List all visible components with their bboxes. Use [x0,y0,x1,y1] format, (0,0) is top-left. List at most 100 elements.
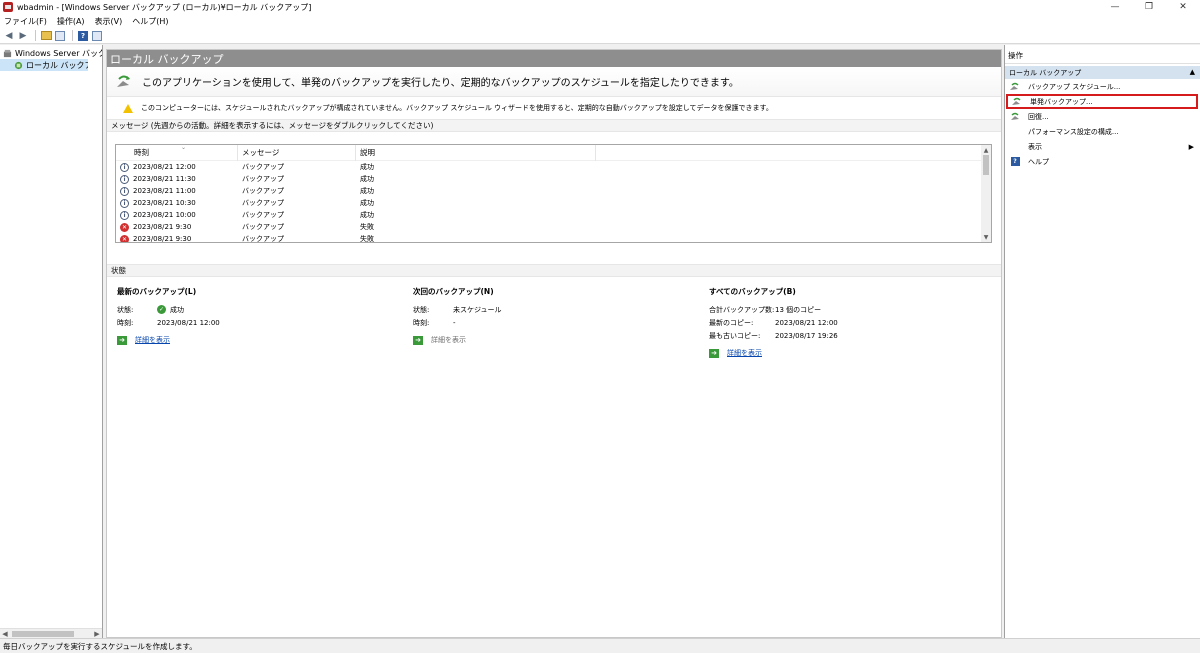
action-help[interactable]: ? ヘルプ [1005,154,1200,169]
tree-horizontal-scrollbar[interactable]: ◀ ▶ [0,628,102,638]
sort-caret-icon: ⌄ [181,144,187,151]
up-folder-icon[interactable] [40,30,52,42]
scroll-thumb[interactable] [983,155,989,175]
action-label: ヘルプ [1028,157,1049,166]
latest-status-value: 成功 [170,305,184,314]
all-view-details[interactable]: ➜ 詳細を表示 [709,346,989,360]
row-time: 2023/08/21 11:00 [133,187,196,195]
actions-group-local-backup[interactable]: ローカル バックアップ ▲ [1005,66,1200,79]
all-backups-title: すべてのバックアップ(B) [709,286,796,296]
scroll-left-icon[interactable]: ◀ [0,629,10,639]
show-hide-tree-icon[interactable] [54,30,66,42]
menu-action[interactable]: 操作(A) [57,16,85,27]
action-recover[interactable]: 回復... [1005,109,1200,124]
row-description: 失敗 [360,235,374,243]
scroll-up-icon[interactable]: ▲ [981,145,991,155]
show-hide-action-pane-icon[interactable] [91,30,103,42]
all-newest-value: 2023/08/21 12:00 [775,318,838,327]
info-icon: i [120,162,129,172]
back-arrow-icon[interactable]: ◀ [3,30,15,42]
intro-text: このアプリケーションを使用して、単発のバックアップを実行したり、定期的なバックア… [142,78,739,89]
action-label: パフォーマンス設定の構成... [1028,127,1119,136]
menu-file[interactable]: ファイル(F) [4,16,47,27]
status-bar: 毎日バックアップを実行するスケジュールを作成します。 [0,638,1200,653]
action-label: 単発バックアップ... [1030,97,1093,106]
tree-item-windows-server-backup[interactable]: Windows Server バックアップ [0,47,102,59]
action-view[interactable]: 表示 ▶ [1005,139,1200,154]
go-arrow-icon: ➜ [117,335,127,345]
all-total-row: 合計バックアップ数: 13 個のコピー [709,303,989,316]
action-backup-schedule[interactable]: バックアップ スケジュール... [1005,79,1200,94]
warning-icon [123,103,133,113]
message-row[interactable]: i 2023/08/21 10:30 バックアップ 成功 [116,197,991,209]
column-header-description[interactable]: 説明 [356,145,596,161]
actions-header: 操作 [1005,48,1200,64]
scroll-right-icon[interactable]: ▶ [92,629,102,639]
actions-pane: 操作 ローカル バックアップ ▲ バックアップ スケジュール... 単発バックア… [1004,45,1200,638]
next-status-value: 未スケジュール [453,305,502,314]
next-backup-panel: 次回のバックアップ(N) 状態: 未スケジュール 時刻: - ➜ 詳細を表示 [413,280,693,347]
next-time-key: 時刻: [413,318,430,327]
messages-list[interactable]: ⌄ 時刻 メッセージ 説明 i 2023/08/21 12:00 バックアップ 成… [115,144,992,243]
next-view-details-link: 詳細を表示 [431,336,466,344]
latest-status-key: 状態: [117,305,134,314]
row-description: 失敗 [360,223,374,231]
next-status-row: 状態: 未スケジュール [413,303,693,316]
message-row[interactable]: i 2023/08/21 10:00 バックアップ 成功 [116,209,991,221]
menu-view[interactable]: 表示(V) [95,16,123,27]
latest-time-value: 2023/08/21 12:00 [157,318,220,327]
console-tree: Windows Server バックアップ ローカル バックアップ ◀ ▶ [0,45,103,638]
all-view-details-link[interactable]: 詳細を表示 [727,348,762,358]
center-header: ローカル バックアップ [107,50,1001,67]
column-header-message[interactable]: メッセージ [238,145,356,161]
close-button[interactable]: ✕ [1166,0,1200,14]
action-backup-once[interactable]: 単発バックアップ... [1006,94,1198,109]
messages-section-label: メッセージ (先週からの活動。詳細を表示するには、メッセージをダブルクリックして… [107,119,1001,132]
message-row[interactable]: i 2023/08/21 11:00 バックアップ 成功 [116,185,991,197]
message-row[interactable]: i 2023/08/21 12:00 バックアップ 成功 [116,161,991,173]
toolbar-separator [35,30,36,41]
next-view-details: ➜ 詳細を表示 [413,333,693,347]
message-row[interactable]: ✕ 2023/08/21 9:30 バックアップ 失敗 [116,221,991,233]
column-header-time[interactable]: 時刻 [116,145,238,161]
tree-item-local-backup[interactable]: ローカル バックアップ [0,59,88,71]
scroll-down-icon[interactable]: ▼ [981,232,991,242]
help-icon[interactable]: ? [77,30,89,42]
row-time: 2023/08/21 9:30 [133,235,192,243]
row-message: バックアップ [242,187,284,195]
forward-arrow-icon[interactable]: ▶ [17,30,29,42]
scroll-thumb[interactable] [12,630,74,637]
minimize-button[interactable]: — [1098,0,1132,14]
center-pane: ローカル バックアップ このアプリケーションを使用して、単発のバックアップを実行… [106,49,1002,638]
status-columns: 最新のバックアップ(L) 状態: ✓ 成功 時刻: 2023/08/21 12:… [107,280,1001,370]
menu-help[interactable]: ヘルプ(H) [132,16,168,27]
backup-schedule-icon [1010,82,1019,90]
next-time-row: 時刻: - [413,316,693,329]
restore-button[interactable]: ❐ [1132,0,1166,14]
all-newest-key: 最新のコピー: [709,318,754,327]
menu-bar: ファイル(F) 操作(A) 表示(V) ヘルプ(H) [0,14,1200,28]
wbadmin-app-icon [3,2,13,12]
row-time: 2023/08/21 10:00 [133,211,196,219]
message-row[interactable]: ✕ 2023/08/21 9:30 バックアップ 失敗 [116,233,991,243]
backup-arrow-icon [117,75,130,87]
intro-panel: このアプリケーションを使用して、単発のバックアップを実行したり、定期的なバックア… [107,67,1001,97]
latest-view-details-link[interactable]: 詳細を表示 [135,335,170,345]
message-row[interactable]: i 2023/08/21 11:30 バックアップ 成功 [116,173,991,185]
collapse-caret-icon[interactable]: ▲ [1190,68,1195,76]
go-arrow-icon: ➜ [709,348,719,358]
latest-view-details[interactable]: ➜ 詳細を表示 [117,333,397,347]
all-newest-row: 最新のコピー: 2023/08/21 12:00 [709,316,989,329]
action-configure-performance[interactable]: パフォーマンス設定の構成... [1005,124,1200,139]
all-total-value: 13 個のコピー [775,305,822,314]
messages-vertical-scrollbar[interactable]: ▲ ▼ [981,145,991,242]
all-oldest-value: 2023/08/17 19:26 [775,331,838,340]
action-label: 表示 [1028,142,1042,151]
local-backup-icon [14,61,23,69]
help-icon: ? [1010,157,1020,166]
info-icon: i [120,186,129,196]
go-arrow-icon: ➜ [413,335,423,345]
tree-item-label: Windows Server バックアップ [15,48,102,58]
info-icon: i [120,174,129,184]
action-label: バックアップ スケジュール... [1028,82,1121,91]
